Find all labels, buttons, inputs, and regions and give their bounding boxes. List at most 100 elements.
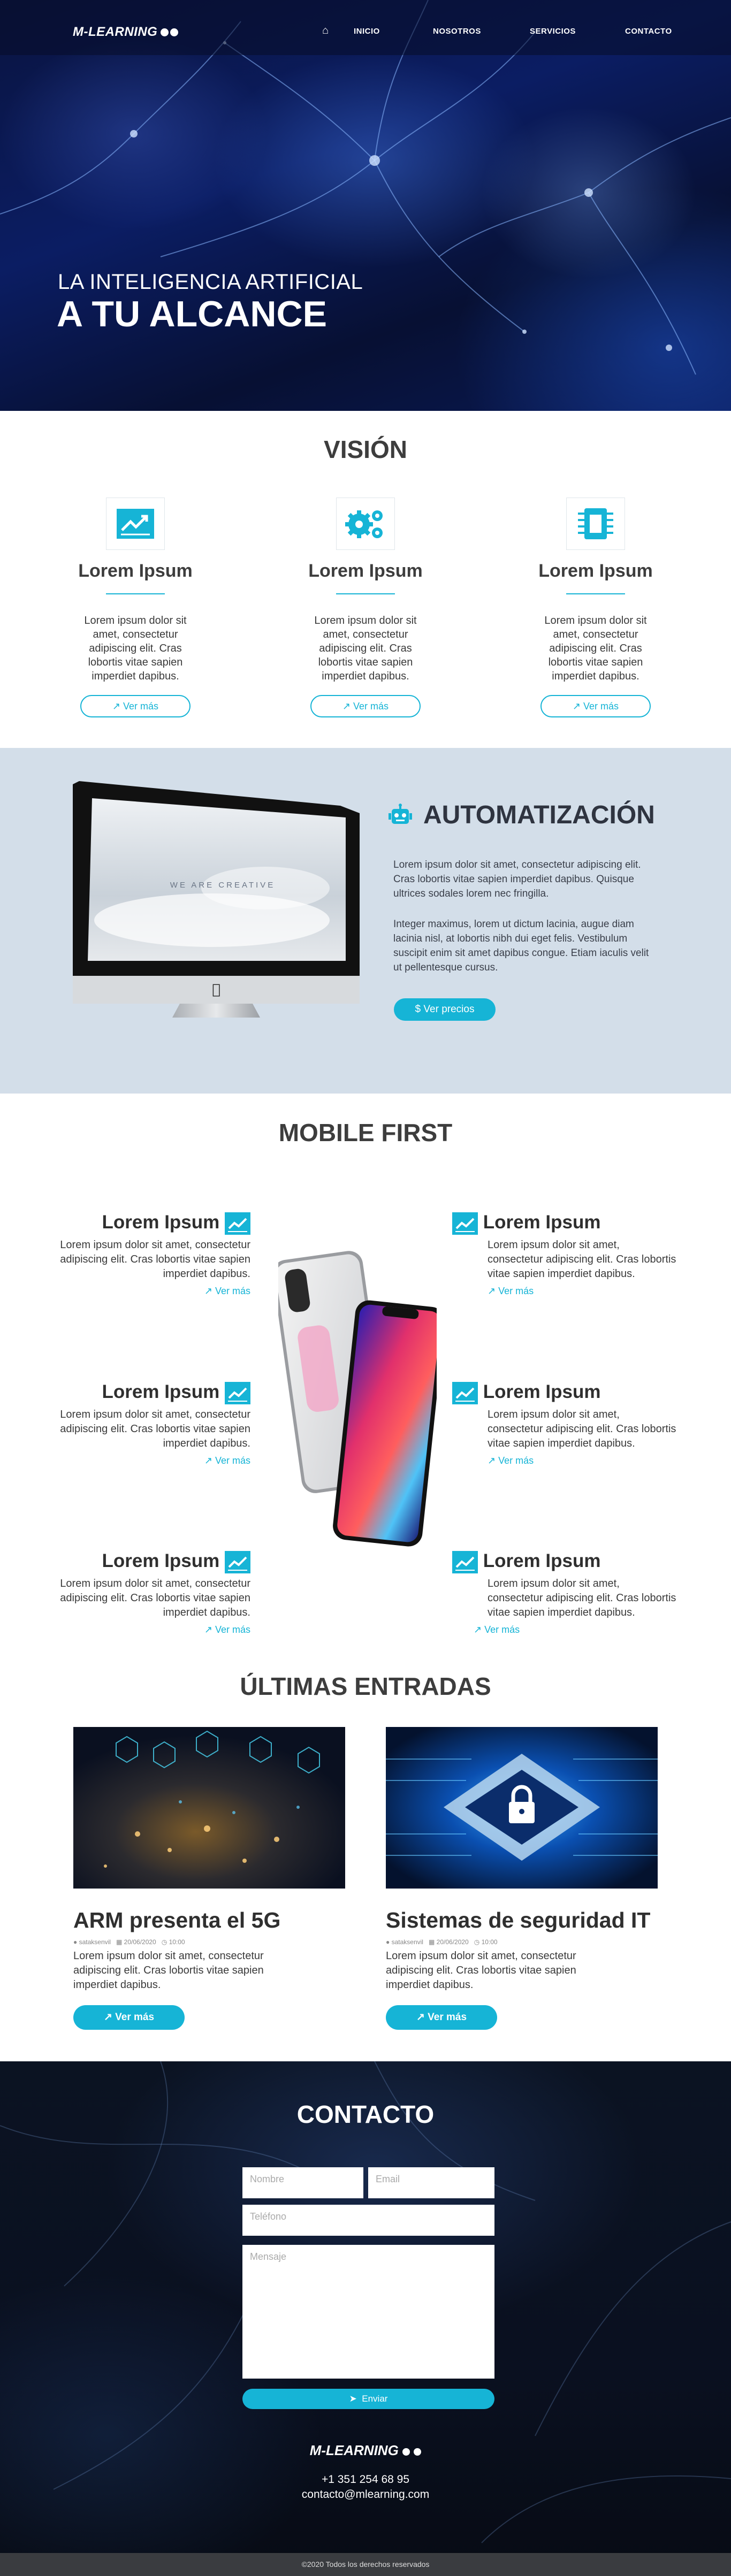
footer-logo: M-LEARNING: [0, 2442, 731, 2459]
automatizacion-paragraph-1: Lorem ipsum dolor sit amet, consectetur …: [393, 859, 641, 899]
vision-card-title: Lorem Ipsum: [538, 561, 653, 581]
ver-mas-link[interactable]: ↗ Ver más: [26, 1455, 250, 1466]
top-navbar: M-LEARNING ⌂ INICIO NOSOTROS SERVICIOS C…: [0, 0, 731, 55]
divider: [106, 593, 165, 594]
post-text: Lorem ipsum dolor sit amet, consectetur …: [73, 1950, 264, 1991]
email-field[interactable]: Email: [368, 2167, 494, 2198]
feature-text: Lorem ipsum dolor sit amet, consectetur …: [60, 1408, 250, 1449]
nav-item-servicios[interactable]: SERVICIOS: [530, 27, 576, 36]
divider: [566, 593, 625, 594]
feature-title: Lorem Ipsum: [102, 1212, 220, 1233]
contact-email[interactable]: contacto@mlearning.com: [0, 2488, 731, 2501]
chip-icon: [566, 498, 625, 550]
feature-item: Lorem Ipsum Lorem ipsum dolor sit amet, …: [452, 1212, 677, 1297]
nav-item-nosotros[interactable]: NOSOTROS: [433, 27, 481, 36]
chart-icon: [452, 1550, 478, 1573]
feature-item: Lorem Ipsum Lorem ipsum dolor sit amet, …: [452, 1550, 677, 1635]
vision-title: VISIÓN: [324, 435, 407, 463]
arrow-icon: ↗: [416, 2012, 425, 2023]
ver-mas-link[interactable]: ↗ Ver más: [452, 1455, 677, 1466]
vision-card-text: Lorem ipsum dolor sit amet, consectetur …: [314, 615, 417, 682]
clock-icon: ◷: [161, 1938, 167, 1946]
dollar-icon: $: [415, 1004, 421, 1015]
contact-phone: +1 351 254 68 95: [321, 2473, 410, 2486]
post-image[interactable]: [386, 1727, 658, 1889]
automatizacion-section:  WE ARE CREATIVE AUTOMATIZACIÓN Lorem i…: [0, 748, 731, 1094]
feature-title: Lorem Ipsum: [483, 1212, 601, 1233]
feature-text: Lorem ipsum dolor sit amet, consectetur …: [488, 1408, 676, 1449]
calendar-icon: ▦: [116, 1938, 123, 1946]
divider: [336, 593, 395, 594]
home-icon[interactable]: ⌂: [322, 25, 329, 37]
hero-banner: LA INTELIGENCIA ARTIFICIAL A TU ALCANCE: [0, 0, 731, 411]
clock-icon: ◷: [474, 1938, 480, 1946]
post-card: Sistemas de seguridad IT ● sataksenvil ▦…: [386, 1727, 658, 2030]
feature-title: Lorem Ipsum: [483, 1550, 601, 1571]
arrow-icon: ↗: [342, 701, 351, 712]
post-card: ARM presenta el 5G ● sataksenvil ▦ 20/06…: [73, 1727, 345, 2030]
user-icon: ●: [73, 1938, 78, 1946]
ver-mas-link[interactable]: ↗ Ver más: [452, 1286, 677, 1297]
ver-mas-button[interactable]: ↗ Ver más: [540, 695, 651, 717]
feature-item: Lorem Ipsum Lorem ipsum dolor sit amet, …: [26, 1550, 250, 1635]
imac-image:  WE ARE CREATIVE: [73, 781, 360, 1018]
ver-mas-button[interactable]: ↗ Ver más: [310, 695, 421, 717]
nav-item-contacto[interactable]: CONTACTO: [625, 27, 672, 36]
post-text: Lorem ipsum dolor sit amet, consectetur …: [386, 1950, 576, 1991]
chart-icon: [225, 1381, 250, 1404]
post-title[interactable]: Sistemas de seguridad IT: [386, 1908, 658, 1933]
screen-text: WE ARE CREATIVE: [170, 881, 276, 890]
vision-card-title: Lorem Ipsum: [78, 561, 193, 581]
mobile-title: MOBILE FIRST: [278, 1119, 453, 1146]
ver-mas-button[interactable]: ↗ Ver más: [386, 2005, 497, 2030]
vision-card: Lorem Ipsum Lorem ipsum dolor sit amet, …: [66, 498, 205, 717]
automatizacion-title: AUTOMATIZACIÓN: [423, 801, 655, 829]
feature-text: Lorem ipsum dolor sit amet, consectetur …: [488, 1239, 676, 1280]
ver-mas-button[interactable]: ↗ Ver más: [73, 2005, 185, 2030]
post-image[interactable]: [73, 1727, 345, 1889]
calendar-icon: ▦: [428, 1938, 435, 1946]
gears-icon: [336, 498, 395, 550]
ver-mas-link[interactable]: ↗ Ver más: [452, 1624, 677, 1635]
arrow-icon: ↗: [112, 701, 121, 712]
vision-card: Lorem Ipsum Lorem ipsum dolor sit amet, …: [296, 498, 435, 717]
svg-text:: : [212, 982, 220, 998]
copyright-text: ©2020 Todos los derechos reservados: [301, 2560, 430, 2569]
ver-mas-link[interactable]: ↗ Ver más: [26, 1286, 250, 1297]
chart-icon: [106, 498, 165, 550]
post-meta: ● sataksenvil ▦ 20/06/2020 ◷ 10:00: [73, 1938, 185, 1946]
feature-item: Lorem Ipsum Lorem ipsum dolor sit amet, …: [452, 1381, 677, 1466]
ver-mas-button[interactable]: ↗ Ver más: [80, 695, 191, 717]
nav-item-inicio[interactable]: INICIO: [354, 27, 380, 36]
submit-button[interactable]: ➤ Enviar: [242, 2389, 494, 2409]
neuron-background: [0, 0, 731, 375]
feature-item: Lorem Ipsum Lorem ipsum dolor sit amet, …: [26, 1212, 250, 1297]
vision-card-title: Lorem Ipsum: [308, 561, 423, 581]
phone-field[interactable]: Teléfono: [242, 2205, 494, 2236]
post-title[interactable]: ARM presenta el 5G: [73, 1908, 345, 1933]
feature-item: Lorem Ipsum Lorem ipsum dolor sit amet, …: [26, 1381, 250, 1466]
ver-mas-link[interactable]: ↗ Ver más: [26, 1624, 250, 1635]
vision-card-text: Lorem ipsum dolor sit amet, consectetur …: [544, 615, 647, 682]
vision-card-text: Lorem ipsum dolor sit amet, consectetur …: [84, 615, 187, 682]
feature-text: Lorem ipsum dolor sit amet, consectetur …: [60, 1577, 250, 1618]
feature-title: Lorem Ipsum: [102, 1381, 220, 1402]
vision-card: Lorem Ipsum Lorem ipsum dolor sit amet, …: [526, 498, 665, 717]
site-logo[interactable]: M-LEARNING: [73, 25, 180, 40]
smartphone-image: [272, 1249, 445, 1565]
feature-text: Lorem ipsum dolor sit amet, consectetur …: [488, 1577, 676, 1618]
message-field[interactable]: Mensaje: [242, 2245, 494, 2379]
contact-title: CONTACTO: [296, 2100, 435, 2128]
chart-icon: [452, 1381, 478, 1404]
post-meta: ● sataksenvil ▦ 20/06/2020 ◷ 10:00: [386, 1938, 498, 1946]
automatizacion-paragraph-2: Integer maximus, lorem ut dictum lacinia…: [393, 919, 649, 973]
robot-icon: [387, 804, 413, 827]
arrow-icon: ↗: [572, 701, 581, 712]
hero-subtitle: LA INTELIGENCIA ARTIFICIAL: [58, 270, 363, 294]
arrow-icon: ↗: [103, 2012, 112, 2023]
feature-text: Lorem ipsum dolor sit amet, consectetur …: [60, 1239, 250, 1280]
chart-icon: [225, 1212, 250, 1235]
ver-precios-button[interactable]: $ Ver precios: [394, 998, 496, 1021]
name-field[interactable]: Nombre: [242, 2167, 363, 2198]
footer-bar: ©2020 Todos los derechos reservados: [0, 2553, 731, 2576]
